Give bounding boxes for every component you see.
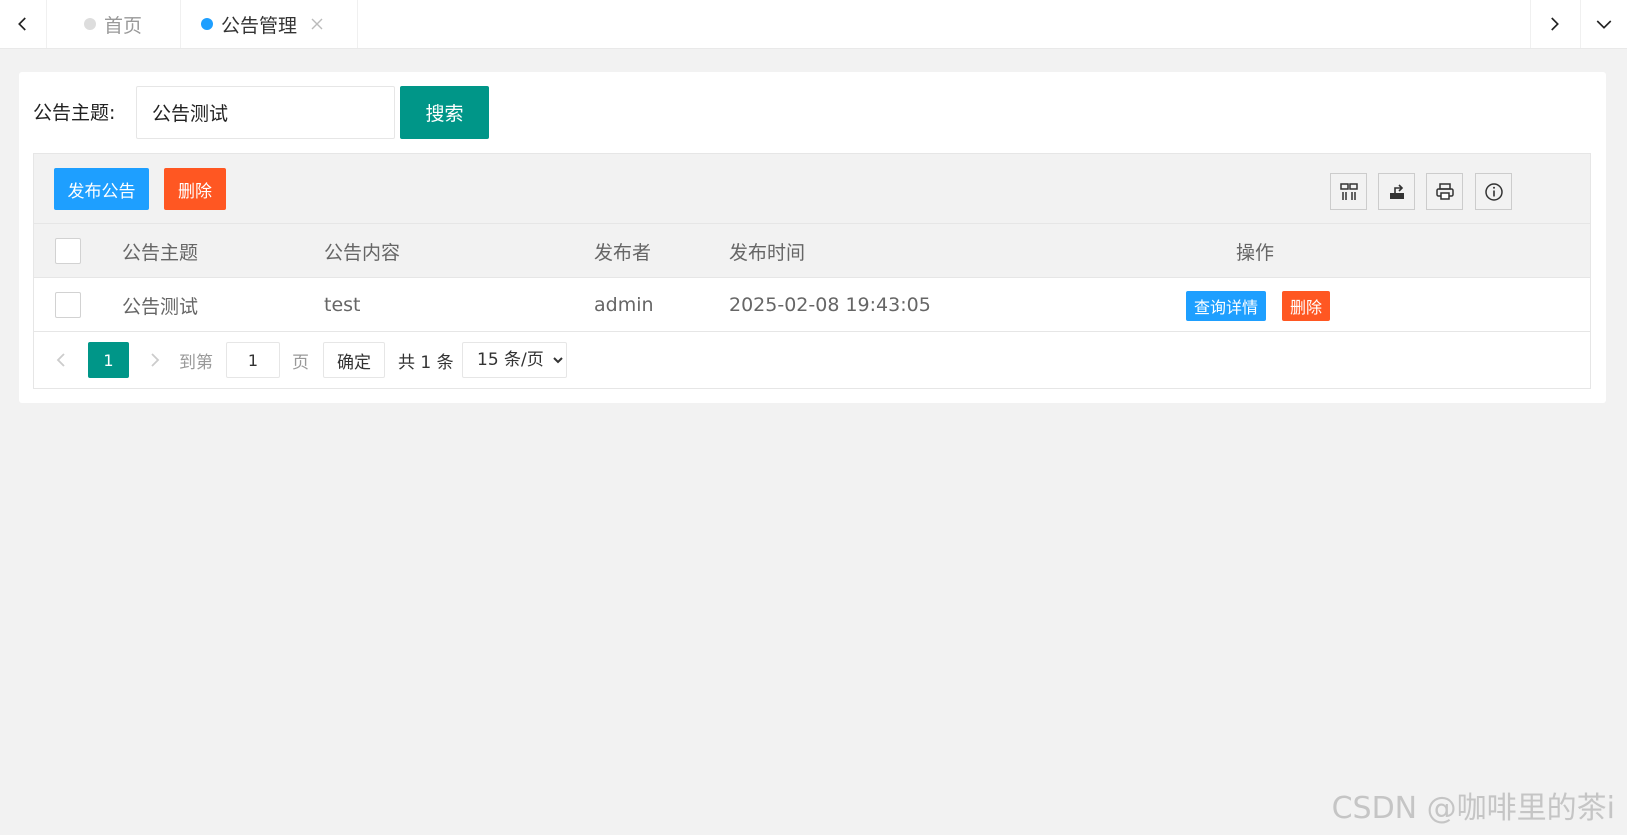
table-toolbar: 发布公告 删除 [34, 154, 1590, 224]
page-unit-label: 页 [292, 352, 309, 373]
main-card: 公告主题: 搜索 发布公告 删除 [19, 72, 1606, 403]
info-button[interactable] [1475, 173, 1512, 210]
chevron-right-icon [1551, 17, 1559, 31]
cell-time: 2025-02-08 19:43:05 [729, 294, 931, 316]
export-icon [1389, 183, 1404, 199]
tab-home-label: 首页 [104, 14, 143, 37]
row-checkbox[interactable] [55, 292, 81, 318]
header-time: 发布时间 [729, 241, 806, 264]
row-delete-button[interactable]: 删除 [1282, 291, 1330, 321]
batch-delete-button[interactable]: 删除 [164, 168, 226, 210]
tab-dot-icon [84, 18, 96, 30]
table-header: 公告主题 公告内容 发布者 发布时间 操作 [34, 224, 1590, 278]
publish-notice-button[interactable]: 发布公告 [54, 168, 149, 210]
table-row: 公告测试 test admin 2025-02-08 19:43:05 查询详情… [34, 278, 1590, 332]
tab-active-dot-icon [201, 18, 213, 30]
print-icon [1435, 182, 1454, 200]
header-content: 公告内容 [324, 241, 401, 264]
tab-notice-label: 公告管理 [221, 14, 298, 37]
cell-content: test [324, 294, 361, 316]
export-button[interactable] [1378, 173, 1415, 210]
total-count: 共 1 条 [398, 352, 454, 373]
search-label: 公告主题: [33, 102, 116, 124]
close-icon[interactable] [311, 18, 323, 30]
tab-scroll-left-button[interactable] [0, 0, 47, 48]
goto-label: 到第 [179, 352, 213, 373]
search-button[interactable]: 搜索 [400, 86, 489, 139]
columns-icon [1339, 182, 1358, 200]
search-input[interactable] [136, 86, 395, 139]
header-actions: 操作 [1236, 241, 1275, 264]
print-button[interactable] [1426, 173, 1463, 210]
page-jump-confirm-button[interactable]: 确定 [323, 342, 385, 378]
header-title: 公告主题 [122, 241, 199, 264]
current-page[interactable]: 1 [88, 342, 129, 378]
tab-home[interactable]: 首页 [48, 0, 181, 48]
watermark: CSDN @咖啡里的茶i [1331, 791, 1615, 826]
page-jump-input[interactable] [226, 342, 280, 378]
tab-bar: 首页 公告管理 [0, 0, 1627, 49]
tab-menu-button[interactable] [1580, 0, 1627, 48]
select-all-checkbox[interactable] [55, 238, 81, 264]
cell-title: 公告测试 [122, 295, 199, 318]
filter-columns-button[interactable] [1330, 173, 1367, 210]
prev-page-icon[interactable] [53, 351, 71, 369]
page-size-select[interactable]: 15 条/页 [462, 342, 567, 378]
chevron-left-icon [18, 17, 26, 31]
next-page-icon[interactable] [145, 351, 163, 369]
data-table: 发布公告 删除 公告主题 公告内容 发布者 发布时间 操作 公告测试 test … [33, 153, 1591, 389]
header-publisher: 发布者 [594, 241, 652, 264]
chevron-down-icon [1596, 20, 1612, 29]
view-details-button[interactable]: 查询详情 [1186, 291, 1266, 321]
info-icon [1484, 182, 1503, 201]
tab-scroll-right-button[interactable] [1530, 0, 1577, 48]
cell-publisher: admin [594, 294, 654, 316]
pagination: 1 到第 页 确定 共 1 条 15 条/页 [34, 332, 1590, 388]
tab-notice-management[interactable]: 公告管理 [181, 0, 358, 48]
